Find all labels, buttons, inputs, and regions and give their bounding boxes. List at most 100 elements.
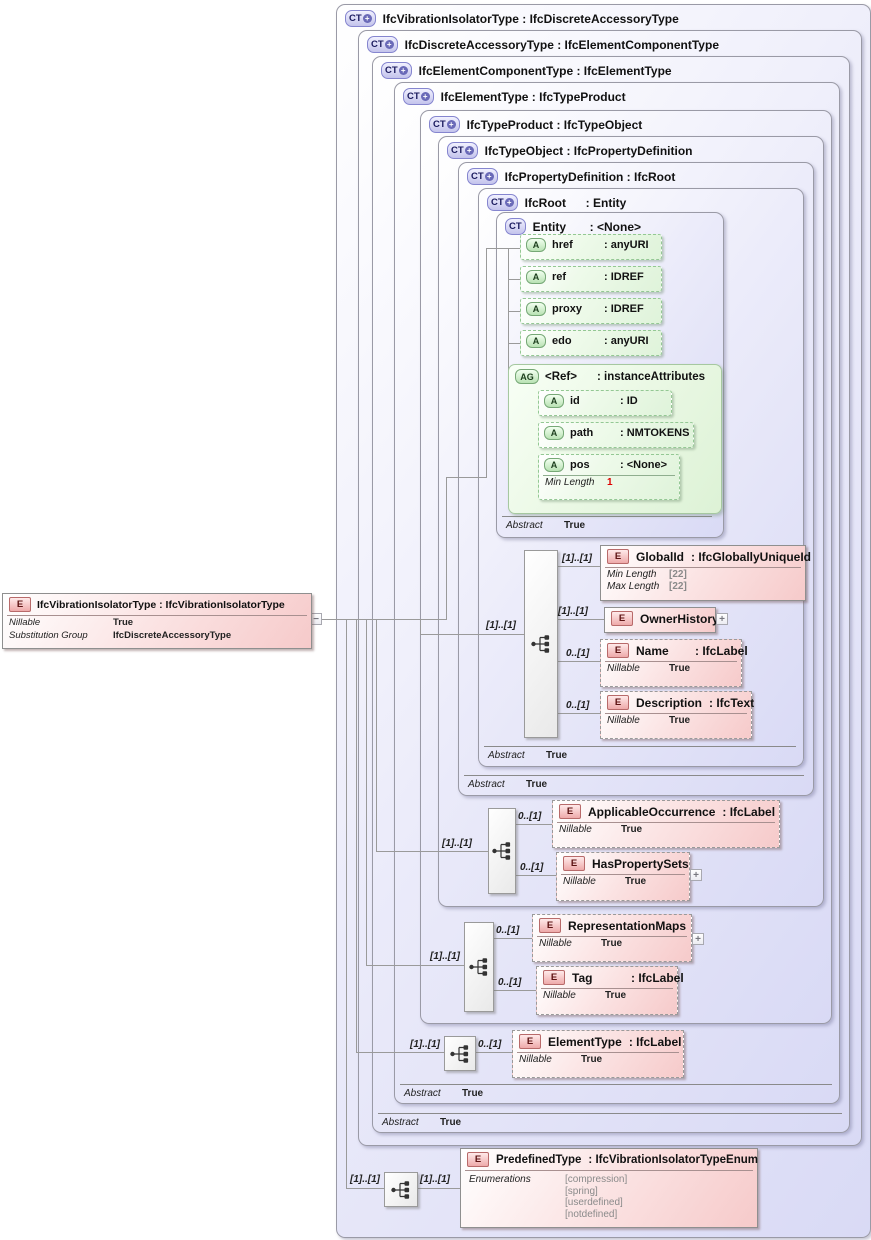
attribute-type: : ID	[620, 395, 638, 407]
attribute-node-edo[interactable]: Aedo: anyURI	[520, 330, 662, 356]
element-name: Description	[636, 696, 702, 710]
facet-value: True	[605, 990, 626, 1001]
cardinality-label: [1]..[1]	[442, 838, 472, 849]
facet-label: Nillable	[539, 938, 601, 949]
attribute-icon: A	[526, 270, 546, 284]
abstract-value: True	[546, 750, 567, 761]
element-node-root[interactable]: E IfcVibrationIsolatorType : IfcVibratio…	[2, 593, 312, 649]
expand-button[interactable]: +	[716, 613, 728, 625]
attribute-node-ref[interactable]: Aref: IDREF	[520, 266, 662, 292]
expand-button[interactable]: +	[690, 869, 702, 881]
enum-value: [spring]	[565, 1186, 627, 1198]
cardinality-label: 0..[1]	[498, 977, 521, 988]
attribute-node-id[interactable]: Aid: ID	[538, 390, 672, 416]
expand-button[interactable]: +	[692, 933, 704, 945]
element-node-description[interactable]: E Description : IfcText Nillable True	[600, 691, 752, 739]
sequence-group-ifctypeproduct[interactable]	[464, 922, 494, 1012]
attribute-name: pos	[570, 459, 614, 471]
connector-line	[514, 824, 552, 825]
complex-type-icon[interactable]: CT+	[345, 10, 376, 27]
element-node-tag[interactable]: E Tag : IfcLabel Nillable True	[536, 966, 678, 1015]
type-box-header: CT+ IfcVibrationIsolatorType : IfcDiscre…	[345, 10, 679, 27]
enum-value: [notdefined]	[565, 1209, 627, 1221]
attribute-name: id	[570, 395, 614, 407]
element-node-name[interactable]: E Name : IfcLabel Nillable True	[600, 639, 742, 687]
type-box-header: CT+ IfcElementType : IfcTypeProduct	[403, 88, 626, 105]
connector-line	[514, 875, 556, 876]
element-icon: E	[607, 549, 629, 564]
sequence-group-ifcelementtype[interactable]	[444, 1036, 476, 1071]
complex-type-icon[interactable]: CT	[505, 218, 526, 235]
connector-line	[420, 634, 524, 635]
group-name: <Ref>	[545, 371, 591, 383]
expand-icon: +	[399, 66, 408, 75]
complex-type-icon[interactable]: CT+	[381, 62, 412, 79]
sequence-group-ifctypeobject[interactable]	[488, 808, 516, 894]
attribute-node-proxy[interactable]: Aproxy: IDREF	[520, 298, 662, 324]
sequence-group-predefinedtype[interactable]	[384, 1172, 418, 1207]
attribute-node-path[interactable]: Apath: NMTOKENS	[538, 422, 694, 448]
complex-type-icon[interactable]: CT+	[467, 168, 498, 185]
facet-value: True	[625, 876, 646, 887]
complex-type-icon[interactable]: CT+	[429, 116, 460, 133]
cardinality-label: 0..[1]	[496, 925, 519, 936]
element-node-representationmaps[interactable]: E RepresentationMaps Nillable True	[532, 914, 692, 962]
sequence-group-ifcroot[interactable]	[524, 550, 558, 738]
group-type: : instanceAttributes	[597, 371, 705, 383]
element-icon: E	[559, 804, 581, 819]
element-icon: E	[607, 643, 629, 658]
element-icon: E	[467, 1152, 489, 1167]
element-icon: E	[611, 611, 633, 626]
type-title: IfcTypeObject : IfcPropertyDefinition	[485, 144, 693, 158]
facet-row: Nillable True	[513, 1053, 683, 1065]
enumerations-row: Enumerations [compression] [spring] [use…	[461, 1171, 757, 1220]
enum-value: [userdefined]	[565, 1197, 627, 1209]
element-type: : IfcText	[709, 696, 754, 710]
connector-line	[556, 619, 604, 620]
abstract-row-ifcelementtype: Abstract True	[400, 1084, 832, 1099]
type-box-header: CT+ IfcRoot : Entity	[487, 194, 626, 211]
expand-icon: +	[421, 92, 430, 101]
ct-label: CT	[491, 197, 504, 208]
type-box-header: CT+ IfcDiscreteAccessoryType : IfcElemen…	[367, 36, 719, 53]
facet-value: IfcDiscreteAccessoryType	[113, 630, 231, 642]
element-node-globalid[interactable]: E GlobalId : IfcGloballyUniqueId Min Len…	[600, 545, 806, 601]
attribute-node-href[interactable]: Ahref: anyURI	[520, 234, 662, 260]
complex-type-icon[interactable]: CT+	[447, 142, 478, 159]
attribute-node-pos[interactable]: Apos: <None> Min Length 1	[538, 454, 680, 500]
facet-row: Nillable True	[601, 662, 741, 674]
element-node-applicableoccurrence[interactable]: E ApplicableOccurrence : IfcLabel Nillab…	[552, 800, 780, 848]
element-type: : IfcVibrationIsolatorTypeEnum	[588, 1154, 758, 1166]
abstract-label: Abstract	[464, 779, 526, 790]
cardinality-label: [1]..[1]	[558, 606, 588, 617]
facet-row: Nillable True	[533, 937, 691, 949]
complex-type-icon[interactable]: CT+	[487, 194, 518, 211]
element-type: : IfcLabel	[722, 805, 775, 819]
type-title: IfcTypeProduct : IfcTypeObject	[467, 118, 643, 132]
connector-line	[492, 990, 536, 991]
element-name: Name	[636, 644, 688, 658]
cardinality-label: 0..[1]	[566, 648, 589, 659]
element-type: : IfcLabel	[695, 644, 748, 658]
element-type: : IfcLabel	[631, 971, 684, 985]
abstract-value: True	[462, 1088, 483, 1099]
facet-label: Nillable	[559, 824, 621, 835]
connector-line	[366, 619, 367, 965]
facet-label: Nillable	[563, 876, 625, 887]
element-node-ownerhistory[interactable]: E OwnerHistory	[604, 607, 716, 633]
element-node-predefinedtype[interactable]: E PredefinedType : IfcVibrationIsolatorT…	[460, 1148, 758, 1228]
ct-label: CT	[349, 13, 362, 24]
type-box-header: CT+ IfcTypeProduct : IfcTypeObject	[429, 116, 642, 133]
type-base: : <None>	[590, 220, 641, 234]
complex-type-icon[interactable]: CT+	[367, 36, 398, 53]
attribute-name: path	[570, 427, 614, 439]
complex-type-icon[interactable]: CT+	[403, 88, 434, 105]
facet-row: Nillable True	[537, 989, 677, 1001]
element-icon: E	[539, 918, 561, 933]
element-node-elementtype[interactable]: E ElementType : IfcLabel Nillable True	[512, 1030, 684, 1078]
element-node-haspropertysets[interactable]: E HasPropertySets Nillable True	[556, 852, 690, 901]
sequence-icon	[468, 954, 490, 980]
facet-value: 1	[607, 477, 613, 488]
connector-line	[420, 619, 421, 635]
facet-value: True	[601, 938, 622, 949]
